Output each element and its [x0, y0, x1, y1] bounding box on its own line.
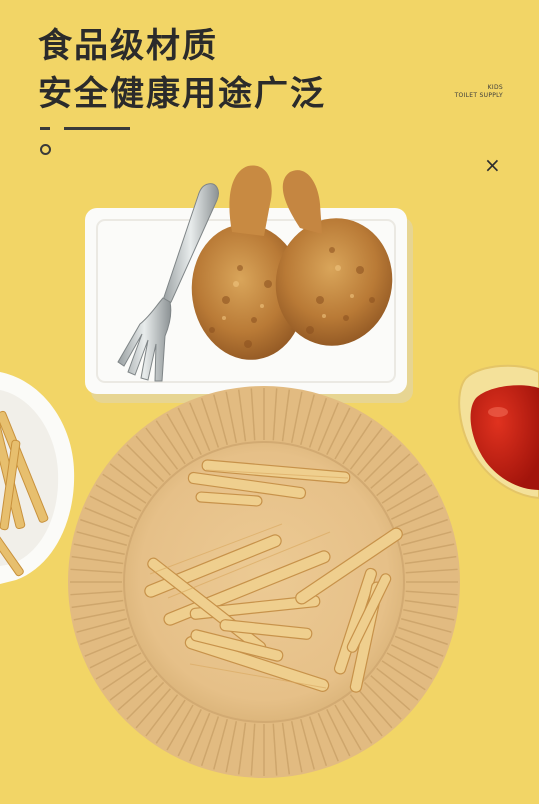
brand-label: KIDS TOILET SUPPLY	[455, 84, 503, 100]
brand-line-1: KIDS	[487, 84, 503, 91]
bar-long	[64, 127, 130, 130]
headline: 食品级材质 安全健康用途广泛	[38, 22, 326, 118]
decorative-bars	[40, 127, 130, 130]
white-bowl-left	[0, 372, 75, 584]
product-photo-artwork	[0, 165, 539, 778]
product-photo	[0, 0, 539, 800]
headline-line-1: 食品级材质	[38, 26, 218, 66]
ketchup-dish	[458, 364, 539, 500]
ring-icon	[40, 144, 51, 155]
bar-short	[40, 127, 50, 130]
headline-line-2: 安全健康用途广泛	[38, 74, 326, 114]
close-icon[interactable]: ×	[484, 155, 501, 175]
brand-line-2: TOILET SUPPLY	[454, 92, 503, 99]
